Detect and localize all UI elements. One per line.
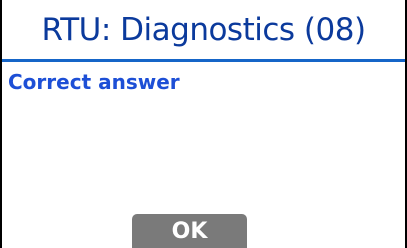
ok-button[interactable]: OK — [132, 214, 247, 248]
dialog-title: RTU: Diagnostics (08) — [41, 12, 366, 48]
title-divider — [2, 59, 405, 62]
status-message: Correct answer — [8, 70, 180, 94]
diagnostics-dialog: RTU: Diagnostics (08) Correct answer OK — [0, 0, 407, 248]
